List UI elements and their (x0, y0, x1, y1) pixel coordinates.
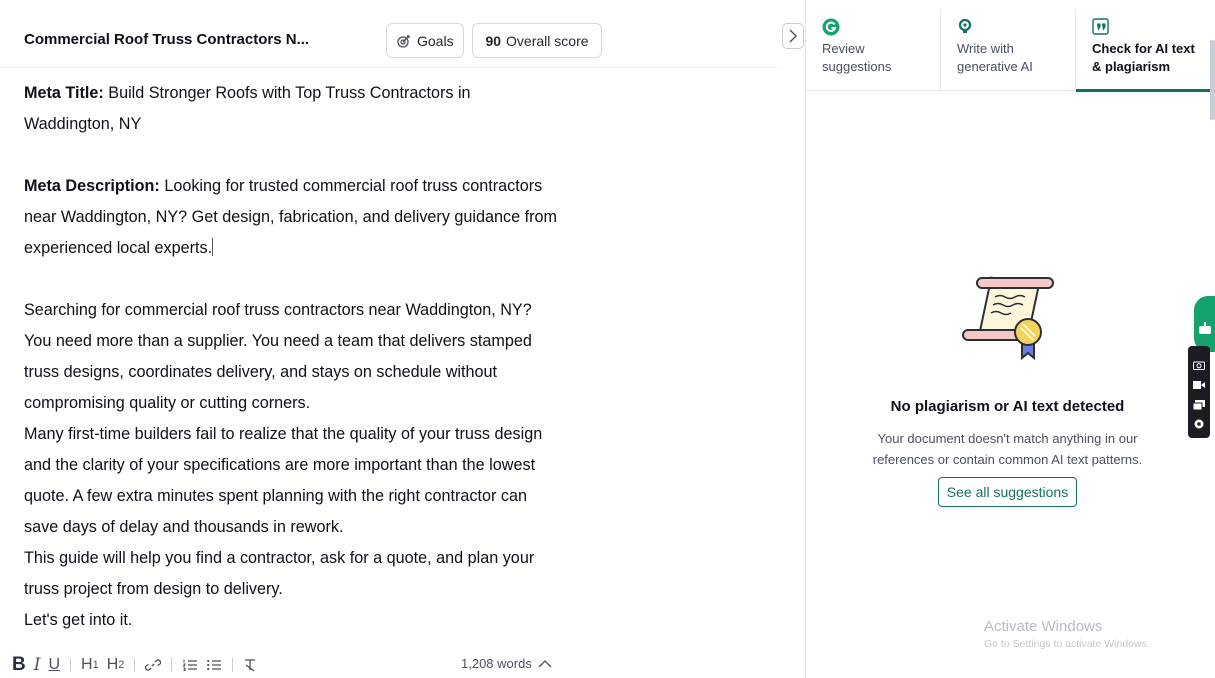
chevron-up-icon (538, 660, 552, 668)
activate-windows-hint: Go to Settings to activate Windows. (984, 638, 1150, 650)
link-button[interactable] (145, 653, 162, 677)
certificate-illustration (962, 276, 1054, 361)
tab-ai-plagiarism[interactable]: Check for AI text & plagiarism (1076, 10, 1211, 92)
toolbar-divider (171, 658, 173, 672)
document-title[interactable]: Commercial Roof Truss Contractors N... (24, 31, 309, 48)
tab-label: Check for AI text & plagiarism (1092, 41, 1195, 74)
meta-description-label: Meta Description: (24, 177, 160, 195)
clear-formatting-button[interactable] (243, 653, 257, 677)
chevron-right-icon (789, 29, 797, 43)
grammarly-side-widget[interactable] (1194, 296, 1215, 352)
overall-score-button[interactable]: 90 Overall score (472, 23, 602, 58)
word-count-button[interactable]: 1,208 words (461, 656, 552, 671)
editor-content[interactable]: Meta Title: Build Stronger Roofs with To… (24, 78, 624, 636)
panel-tabs: Review suggestions Write with generative… (806, 10, 1211, 92)
goals-button[interactable]: Goals (386, 23, 464, 58)
body-line: compromising quality or cutting corners. (24, 394, 311, 412)
bulleted-list-icon (207, 659, 222, 671)
body-line: Many first-time builders fail to realize… (24, 425, 543, 443)
document-header: Commercial Roof Truss Contractors N... G… (0, 0, 780, 68)
meta-description-line-2: near Waddington, NY? Get design, fabrica… (24, 208, 557, 226)
body-line: quote. A few extra minutes spent plannin… (24, 487, 528, 505)
toolbar-divider (134, 658, 136, 672)
meta-description-text: Looking for trusted commercial roof trus… (164, 177, 543, 195)
tab-generative-ai[interactable]: Write with generative AI (941, 10, 1076, 91)
heading-1-number: 1 (92, 659, 99, 671)
body-line: Let's get into it. (24, 611, 133, 629)
italic-button[interactable]: I (34, 653, 41, 677)
gear-icon[interactable] (1193, 417, 1205, 429)
heading-2-letter: H (106, 656, 119, 673)
grammarly-logo-icon (822, 18, 940, 38)
link-icon (145, 659, 162, 671)
empty-state-title: No plagiarism or AI text detected (890, 398, 1125, 415)
toolbar-divider (70, 658, 72, 672)
heading-1-letter: H (81, 656, 93, 673)
goals-label: Goals (417, 32, 454, 49)
lightbulb-icon (957, 18, 1075, 38)
tab-review-suggestions[interactable]: Review suggestions (806, 10, 941, 91)
score-label: Overall score (506, 32, 589, 49)
camera-icon[interactable] (1193, 357, 1205, 370)
target-icon (397, 34, 410, 48)
meta-description-line-3: experienced local experts. (24, 233, 624, 264)
heading-1-button[interactable]: H1 (81, 653, 99, 677)
heading-2-number: 2 (118, 659, 125, 671)
body-line: Searching for commercial roof truss cont… (24, 301, 532, 319)
body-line: This guide will help you find a contract… (24, 549, 535, 567)
screen-capture-toolbar (1188, 346, 1210, 438)
panel-scrollbar[interactable] (1210, 40, 1215, 120)
bold-button[interactable]: B (12, 653, 26, 677)
meta-title-text: Build Stronger Roofs with Top Truss Cont… (108, 84, 471, 102)
numbered-list-icon (182, 659, 198, 671)
clear-formatting-icon (245, 659, 256, 672)
heading-2-button[interactable]: H2 (107, 653, 125, 677)
screens-icon[interactable] (1192, 397, 1205, 411)
video-icon[interactable] (1193, 377, 1205, 389)
toolbar-divider (232, 658, 234, 672)
activate-windows-watermark: Activate Windows (984, 618, 1103, 635)
empty-state-description: Your document doesn't match anything in … (872, 431, 1143, 467)
underline-button[interactable]: U (48, 653, 60, 677)
robot-icon (1199, 322, 1211, 334)
collapse-panel-button[interactable] (782, 23, 804, 49)
score-value: 90 (485, 32, 502, 49)
numbered-list-button[interactable] (182, 653, 198, 677)
body-line: and the clarity of your specifications a… (24, 456, 536, 474)
word-count-label: 1,208 words (461, 656, 532, 671)
body-line: save days of delay and thousands in rewo… (24, 518, 344, 536)
quote-icon (1092, 18, 1211, 38)
tab-label: Review suggestions (822, 41, 892, 74)
tab-label: Write with generative AI (957, 41, 1033, 74)
meta-description-line-3-text: experienced local experts. (24, 239, 213, 257)
text-caret (212, 238, 214, 256)
see-all-suggestions-button[interactable]: See all suggestions (938, 477, 1077, 507)
meta-title-paragraph-cont: Waddington, NY (24, 115, 142, 133)
meta-title-label: Meta Title: (24, 84, 104, 102)
meta-title-paragraph: Meta Title: Build Stronger Roofs with To… (24, 78, 624, 109)
body-line: truss project from design to delivery. (24, 580, 283, 598)
body-line: You need more than a supplier. You need … (24, 332, 532, 350)
meta-description-paragraph: Meta Description: Looking for trusted co… (24, 171, 624, 202)
bulleted-list-button[interactable] (206, 653, 222, 677)
formatting-toolbar: B I U H1 H2 (12, 652, 265, 678)
body-line: truss designs, coordinates delivery, and… (24, 363, 497, 381)
